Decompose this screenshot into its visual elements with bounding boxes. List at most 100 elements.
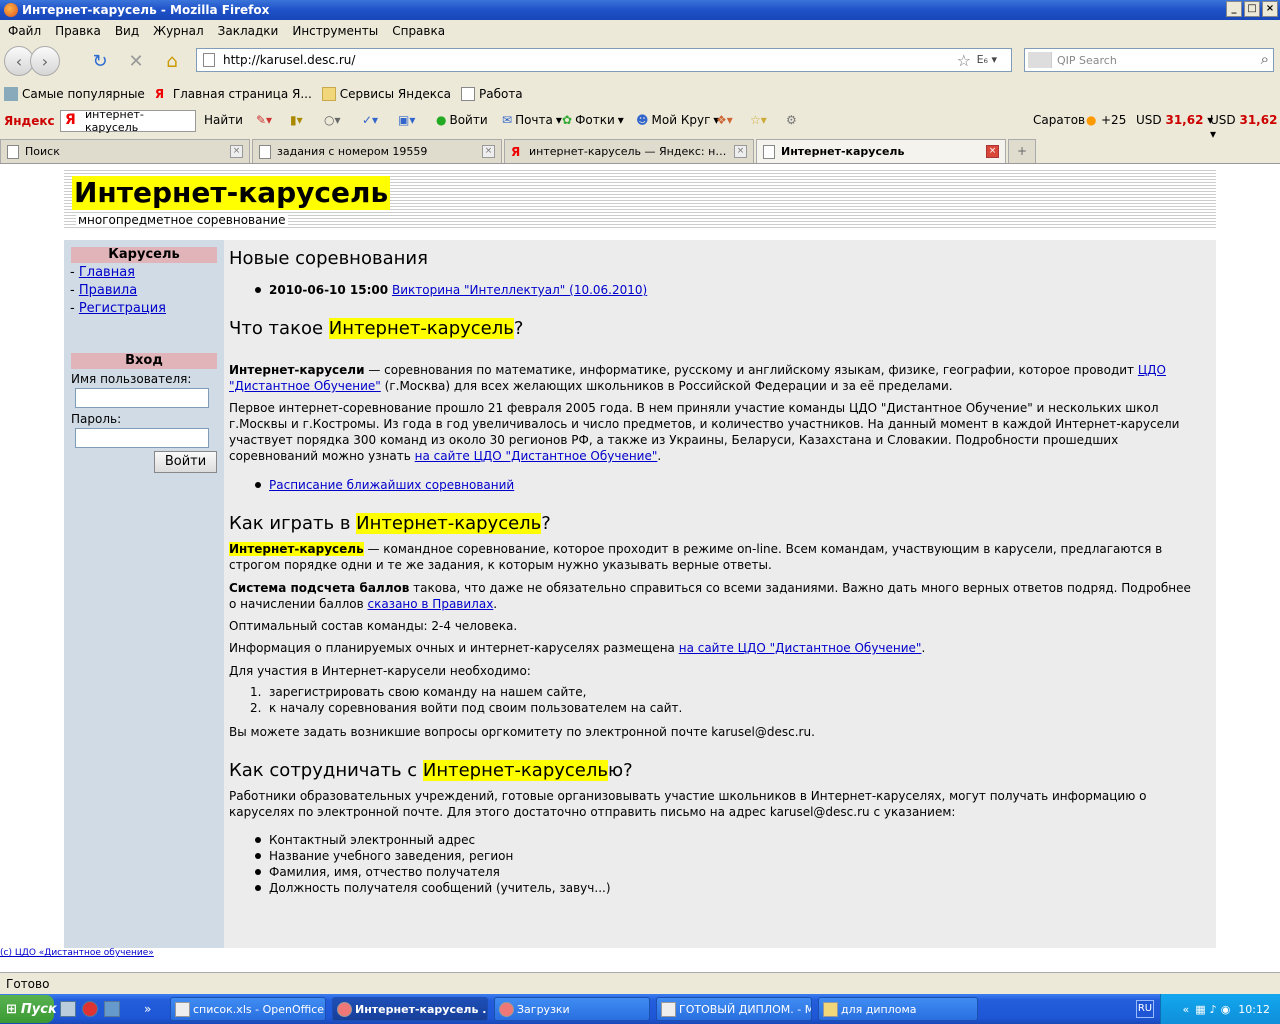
mail-icon: ✉: [502, 113, 513, 127]
favorites-icon[interactable]: ☆▾: [750, 113, 767, 127]
menu-edit[interactable]: Правка: [49, 24, 109, 38]
maximize-button[interactable]: □: [1244, 1, 1260, 17]
footer-copyright-link[interactable]: (c) ЦДО «Дистантное обучение»: [0, 948, 154, 958]
volume-icon[interactable]: ♪: [1210, 1003, 1217, 1016]
cdo-site-link-2[interactable]: на сайте ЦДО "Дистантное Обучение": [679, 641, 922, 655]
menu-view[interactable]: Вид: [109, 24, 147, 38]
tab-search[interactable]: Поиск ×: [0, 139, 250, 163]
menu-history[interactable]: Журнал: [147, 24, 212, 38]
bookmark-yandex-services[interactable]: Сервисы Яндекса: [321, 87, 451, 101]
comment-icon[interactable]: ○▾: [324, 113, 341, 127]
quicklaunch-opera-icon[interactable]: [82, 1001, 98, 1017]
menu-bookmarks[interactable]: Закладки: [212, 24, 287, 38]
page-viewport: Интернет-карусель многопредметное соревн…: [0, 164, 1280, 972]
bookmark-popular[interactable]: Самые популярные: [4, 87, 145, 101]
minimize-button[interactable]: _: [1226, 1, 1242, 17]
bookmark-star-icon[interactable]: ☆: [957, 51, 971, 70]
signal-icon[interactable]: ▮▾: [290, 113, 303, 127]
sidebar-item-rules: - Правила: [70, 283, 138, 298]
currency-rate-2[interactable]: USD 31,62 ▾: [1210, 113, 1280, 141]
windows-logo-icon: ⊞: [6, 1001, 17, 1017]
network-icon[interactable]: ▦: [1195, 1003, 1205, 1016]
new-competitions-heading: Новые соревнования: [229, 248, 428, 269]
tab-yandex-results[interactable]: Яинтернет-карусель — Яндекс: нашл... ×: [504, 139, 754, 163]
rules-link[interactable]: сказано в Правилах: [367, 597, 493, 611]
yandex-search-input[interactable]: Я интернет-карусель: [60, 108, 196, 134]
weather-temp[interactable]: +25: [1101, 113, 1126, 127]
team-size-paragraph: Оптимальный состав команды: 2-4 человека…: [229, 619, 518, 633]
home-icon[interactable]: ⌂: [158, 47, 186, 75]
tab-tasks[interactable]: задания с номером 19559 ×: [252, 139, 502, 163]
sidebar-link-register[interactable]: Регистрация: [79, 301, 166, 316]
clock[interactable]: 10:12: [1238, 1003, 1270, 1016]
password-field[interactable]: [75, 428, 209, 448]
url-field[interactable]: http://karusel.desc.ru/ ☆ E₆ ▾: [196, 48, 1012, 72]
how-to-play-heading: Как играть в Интернет-карусель?: [229, 513, 551, 534]
cdo-site-link[interactable]: на сайте ЦДО "Дистантное Обучение": [415, 449, 658, 463]
language-indicator[interactable]: RU: [1136, 1000, 1154, 1018]
bookmarks-toolbar: Самые популярные Я Главная страница Я... …: [0, 83, 1280, 105]
new-tab-button[interactable]: +: [1008, 139, 1036, 163]
settings-gear-icon[interactable]: ⚙: [786, 113, 797, 127]
step-item: 1. зарегистрировать свою команду на нашем…: [250, 685, 587, 699]
yandex-logo[interactable]: Яндекс: [0, 114, 56, 128]
word-icon: [661, 1002, 676, 1017]
menu-tools[interactable]: Инструменты: [286, 24, 386, 38]
tab-close-icon[interactable]: ×: [734, 145, 747, 158]
tab-close-icon[interactable]: ×: [986, 145, 999, 158]
search-input[interactable]: QIP Search ⌕: [1024, 48, 1274, 72]
check-icon[interactable]: ✓▾: [362, 113, 378, 127]
page-icon: [259, 144, 271, 159]
tab-close-icon[interactable]: ×: [482, 145, 495, 158]
intro-paragraph: Интернет-карусели — соревнования по мате…: [229, 363, 1166, 393]
bookmark-work[interactable]: Работа: [460, 87, 523, 101]
window-title: Интернет-карусель - Mozilla Firefox: [22, 3, 270, 17]
search-engine-icon[interactable]: [1028, 52, 1052, 68]
quicklaunch-messenger-icon[interactable]: [104, 1001, 120, 1017]
menu-help[interactable]: Справка: [386, 24, 453, 38]
sidebar-menu-heading: Карусель: [71, 247, 217, 263]
yandex-photos-button[interactable]: ✿ Фотки ▾: [562, 113, 624, 127]
pencil-icon[interactable]: ✎▾: [256, 113, 272, 127]
taskbar-task-downloads[interactable]: Загрузки: [494, 997, 650, 1021]
weather-city[interactable]: Саратов: [1033, 113, 1085, 127]
quicklaunch-desktop-icon[interactable]: [60, 1001, 76, 1017]
tab-karusel[interactable]: Интернет-карусель ×: [756, 139, 1006, 163]
yandex-circle-button[interactable]: ☻ Мой Круг ▾: [636, 113, 719, 127]
username-field[interactable]: [75, 388, 209, 408]
page-icon: [203, 53, 215, 67]
yandex-mail-button[interactable]: ✉ Почта ▾: [502, 113, 562, 127]
login-button[interactable]: Войти: [154, 451, 217, 473]
antivirus-icon[interactable]: ◉: [1221, 1003, 1231, 1016]
search-icon[interactable]: ⌕: [1261, 50, 1269, 68]
sidebar-link-rules[interactable]: Правила: [79, 283, 137, 298]
bookmark-yandex-home[interactable]: Я Главная страница Я...: [155, 87, 312, 101]
competition-link[interactable]: Викторина "Интеллектуал" (10.06.2010): [392, 283, 647, 297]
tray-expand-icon[interactable]: «: [1183, 1003, 1190, 1016]
yandex-find-button[interactable]: Найти: [204, 113, 243, 127]
menu-file[interactable]: Файл: [2, 24, 49, 38]
schedule-link[interactable]: Расписание ближайших соревнований: [269, 478, 514, 492]
translate-icon[interactable]: E₆ ▾: [977, 53, 997, 66]
currency-rate-1[interactable]: USD 31,62 ▾: [1136, 113, 1213, 127]
quicklaunch-expand-icon[interactable]: »: [144, 1002, 151, 1016]
yandex-icon: Я: [154, 87, 165, 101]
sidebar: Карусель - Главная - Правила - Регистрац…: [64, 240, 224, 948]
tab-close-icon[interactable]: ×: [230, 145, 243, 158]
sidebar-link-home[interactable]: Главная: [79, 265, 135, 280]
taskbar-task-folder[interactable]: для диплома: [818, 997, 978, 1021]
cooperation-heading: Как сотрудничать с Интернет-каруселью?: [229, 760, 633, 781]
close-button[interactable]: ×: [1262, 1, 1278, 17]
addon-icon[interactable]: ❖▾: [716, 113, 733, 127]
menu-bar: Файл Правка Вид Журнал Закладки Инструме…: [0, 20, 1280, 41]
window-titlebar: Интернет-карусель - Mozilla Firefox _ □ …: [0, 0, 1280, 20]
stop-icon[interactable]: ✕: [122, 47, 150, 75]
taskbar-task-word[interactable]: ГОТОВЫЙ ДИПЛОМ. - M...: [656, 997, 812, 1021]
yandex-login-button[interactable]: ● Войти: [436, 113, 488, 127]
taskbar-task-firefox[interactable]: Интернет-карусель ...: [332, 997, 488, 1021]
translate-icon[interactable]: ▣▾: [398, 113, 415, 127]
reload-icon[interactable]: ↻: [86, 47, 114, 75]
taskbar-task-spreadsheet[interactable]: список.xls - OpenOffice....: [170, 997, 326, 1021]
start-button[interactable]: ⊞ Пуск: [0, 995, 57, 1023]
forward-button[interactable]: ›: [30, 46, 60, 76]
